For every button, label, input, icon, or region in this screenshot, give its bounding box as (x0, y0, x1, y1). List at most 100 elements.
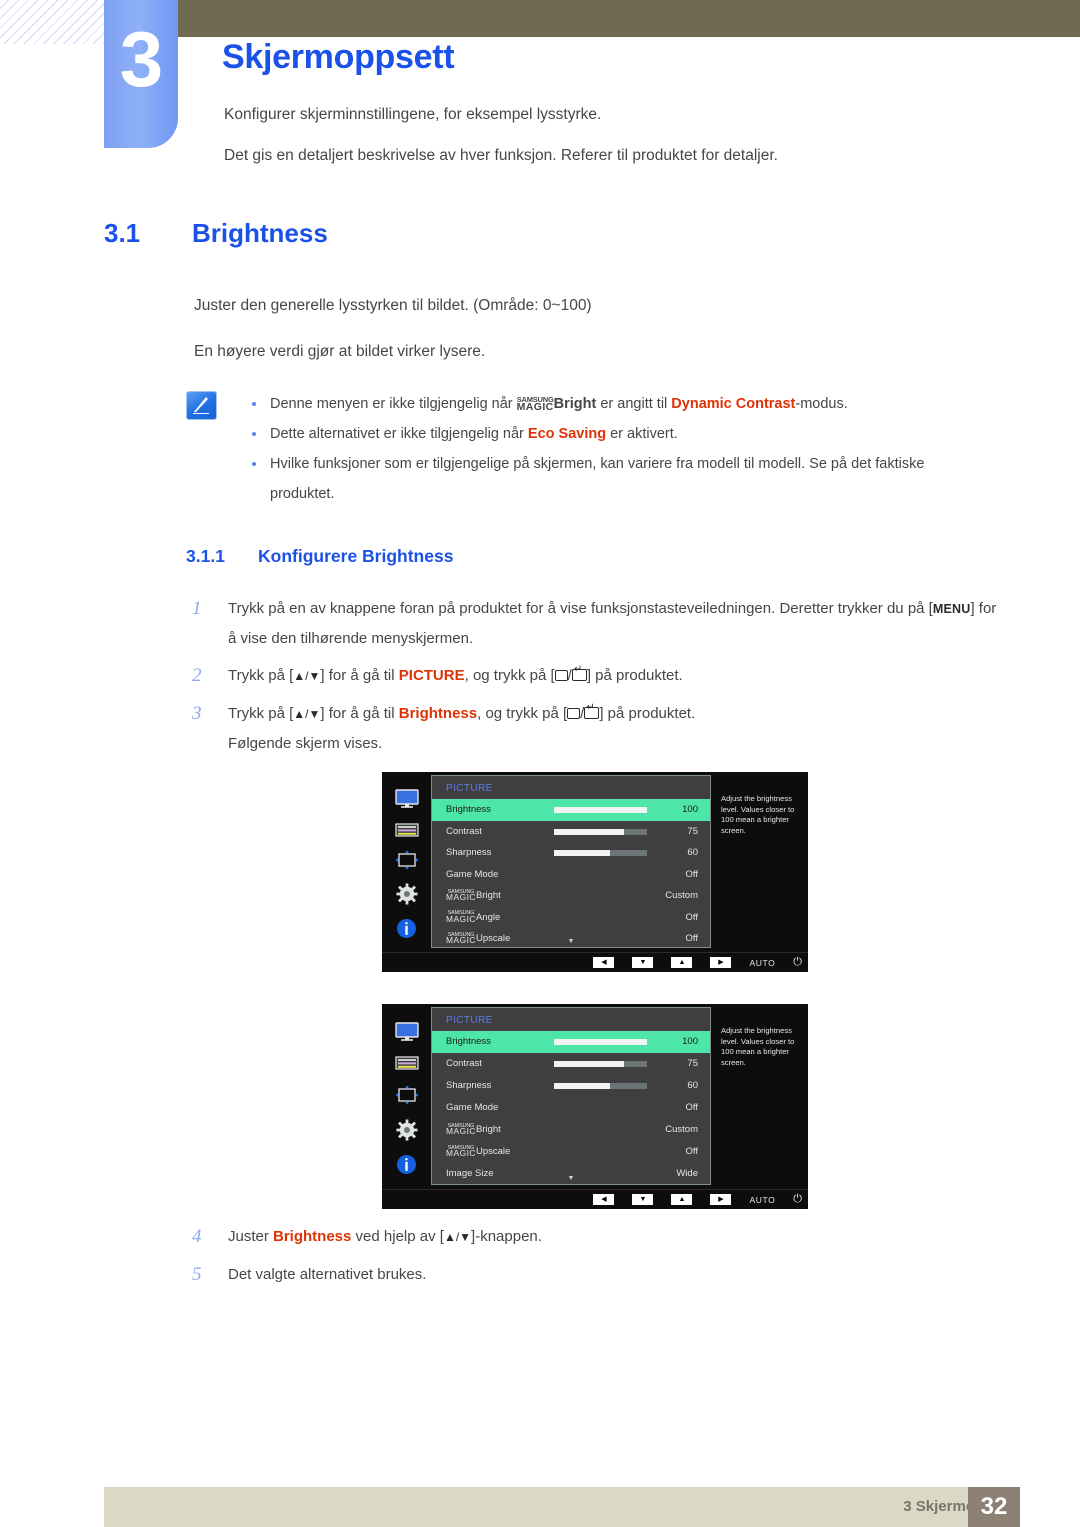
osd-auto-button[interactable]: AUTO (749, 958, 775, 968)
osd-row-label: Bright (475, 890, 501, 901)
info-icon[interactable] (396, 918, 417, 939)
osd-scroll-down-icon[interactable]: ▼ (568, 938, 575, 946)
step-number: 5 (192, 1264, 202, 1285)
osd-key-right[interactable]: ▶ (710, 957, 732, 968)
osd-slider[interactable] (554, 807, 647, 813)
osd-scroll-down-icon[interactable]: ▼ (568, 1175, 575, 1183)
updown-arrow-icon: ▲/▼ (443, 1230, 472, 1244)
osd-row-label: Brightness (446, 1036, 491, 1047)
list-item: Dette alternativet er ikke tilgjengelig … (240, 419, 980, 449)
source-box-icon (554, 670, 568, 681)
monitor-icon[interactable] (394, 1021, 419, 1042)
color-bars-icon[interactable] (394, 1055, 419, 1071)
osd-row-sharpness[interactable]: Sharpness 60 (432, 842, 710, 864)
power-icon[interactable]: ⏻ (793, 957, 802, 968)
step-3: 3 Trykk på [▲/▼] for å gå til Brightness,… (186, 699, 1006, 758)
step-5: 5 Det valgte alternativet brukes. (186, 1260, 1006, 1289)
step-3-followup: Følgende skjerm vises. (228, 735, 383, 752)
osd-row-label: Contrast (446, 825, 482, 837)
note-text-post: -modus. (795, 396, 848, 412)
osd-slider[interactable] (554, 1039, 647, 1045)
osd-row-magicbright[interactable]: SAMSUNG MAGIC Bright Custom (432, 1119, 710, 1141)
osd-row-game-mode[interactable]: Game Mode Off (432, 1097, 710, 1119)
osd-icon-column (382, 772, 431, 952)
samsung-magic-logo: SAMSUNG MAGIC (446, 1122, 476, 1136)
color-bars-icon[interactable] (394, 822, 419, 838)
step-number: 1 (192, 598, 202, 619)
step-text-4: ] på produktet. (599, 705, 696, 722)
step-number: 3 (192, 703, 202, 724)
subsection-heading: 3.1.1 Konfigurere Brightness (186, 546, 453, 567)
osd-row-magicangle[interactable]: SAMSUNG MAGIC Angle Off (432, 907, 710, 929)
source-box-icon (567, 708, 581, 719)
osd-row-value: Custom (665, 890, 698, 901)
note-bullet-list: Denne menyen er ikke tilgjengelig når SA… (240, 389, 980, 509)
info-icon[interactable] (396, 1154, 417, 1175)
osd-key-up[interactable]: ▲ (671, 957, 693, 968)
osd-menu-title: PICTURE (446, 1015, 493, 1026)
note-text: Hvilke funksjoner som er tilgjengelige p… (270, 456, 925, 502)
osd-row-value: Custom (665, 1124, 698, 1135)
osd-key-left[interactable]: ◀ (593, 1194, 615, 1205)
section-number: 3.1 (104, 218, 141, 248)
osd-auto-button[interactable]: AUTO (749, 1195, 775, 1205)
chapter-title: Skjermoppsett (222, 38, 455, 76)
osd-help-text: Adjust the brightness level. Values clos… (711, 1004, 808, 1189)
screen-adjust-icon[interactable] (395, 850, 419, 870)
osd-row-label: Upscale (475, 1146, 511, 1157)
header-stripe-decoration (0, 0, 108, 44)
step-highlight: Brightness (398, 705, 478, 722)
gear-icon[interactable] (396, 1119, 418, 1141)
osd-row-brightness[interactable]: Brightness 100 (432, 1031, 710, 1053)
step-text: Trykk på en av knappene foran på produkt… (228, 600, 933, 617)
osd-slider[interactable] (554, 1061, 647, 1067)
osd-row-label: Angle (475, 911, 501, 923)
osd-slider[interactable] (554, 828, 647, 835)
osd-row-value: Off (685, 911, 699, 923)
osd-key-up[interactable]: ▲ (671, 1194, 693, 1205)
osd-key-left[interactable]: ◀ (593, 957, 615, 968)
osd-row-contrast[interactable]: Contrast 75 (432, 821, 710, 843)
osd-row-value: 60 (687, 847, 698, 858)
step-text-3: ]-knappen. (471, 1228, 542, 1245)
step-text-2: ved hjelp av [ (351, 1228, 444, 1245)
section-paragraph-1: Juster den generelle lysstyrken til bild… (194, 297, 592, 314)
updown-arrow-icon: ▲/▼ (293, 669, 321, 683)
step-text-3: , og trykk på [ (464, 667, 555, 684)
section-title: Brightness (192, 218, 328, 248)
osd-row-magicbright[interactable]: SAMSUNG MAGIC Bright Custom (432, 885, 710, 907)
power-icon[interactable]: ⏻ (793, 1194, 802, 1205)
instruction-steps: 1 Trykk på en av knappene foran på produk… (186, 594, 1006, 766)
chapter-number: 3 (119, 15, 163, 103)
osd-row-value: 100 (682, 1036, 698, 1047)
osd-screenshot-1: PICTURE Brightness 100 Contrast 75 Sharp… (382, 772, 808, 972)
osd-row-label: Game Mode (446, 868, 499, 880)
step-text-2: ] for å gå til (320, 667, 399, 684)
samsung-magic-logo: SAMSUNG MAGIC (446, 888, 476, 902)
osd-row-value: 75 (687, 1058, 698, 1069)
step-2: 2 Trykk på [▲/▼] for å gå til PICTURE, og… (186, 661, 1006, 691)
note-highlight: Dynamic Contrast (671, 396, 796, 412)
osd-menu-title: PICTURE (446, 783, 493, 794)
osd-row-value: 60 (687, 1080, 698, 1091)
note-text-post: er aktivert. (606, 426, 678, 442)
osd-row-game-mode[interactable]: Game Mode Off (432, 864, 710, 886)
osd-slider[interactable] (554, 850, 647, 856)
footer-page-number: 32 (968, 1487, 1020, 1527)
osd-row-value: 75 (687, 825, 698, 837)
instruction-steps-after: 4 Juster Brightness ved hjelp av [▲/▼]-kn… (186, 1222, 1006, 1297)
osd-row-sharpness[interactable]: Sharpness 60 (432, 1075, 710, 1097)
osd-row-contrast[interactable]: Contrast 75 (432, 1053, 710, 1075)
gear-icon[interactable] (396, 883, 418, 905)
screen-adjust-icon[interactable] (395, 1085, 419, 1105)
osd-row-brightness[interactable]: Brightness 100 (432, 799, 710, 821)
osd-key-right[interactable]: ▶ (710, 1194, 732, 1205)
monitor-icon[interactable] (394, 789, 419, 809)
osd-key-down[interactable]: ▼ (632, 1194, 654, 1205)
osd-key-down[interactable]: ▼ (632, 957, 654, 968)
osd-row-magicupscale[interactable]: SAMSUNG MAGIC Upscale Off (432, 1141, 710, 1163)
osd-slider[interactable] (554, 1083, 647, 1089)
note-text-mid: er angitt til (596, 396, 672, 412)
step-1: 1 Trykk på en av knappene foran på produk… (186, 594, 1006, 653)
osd-key-buttons: ◀ ▼ ▲ ▶ AUTO ⏻ (593, 953, 802, 972)
